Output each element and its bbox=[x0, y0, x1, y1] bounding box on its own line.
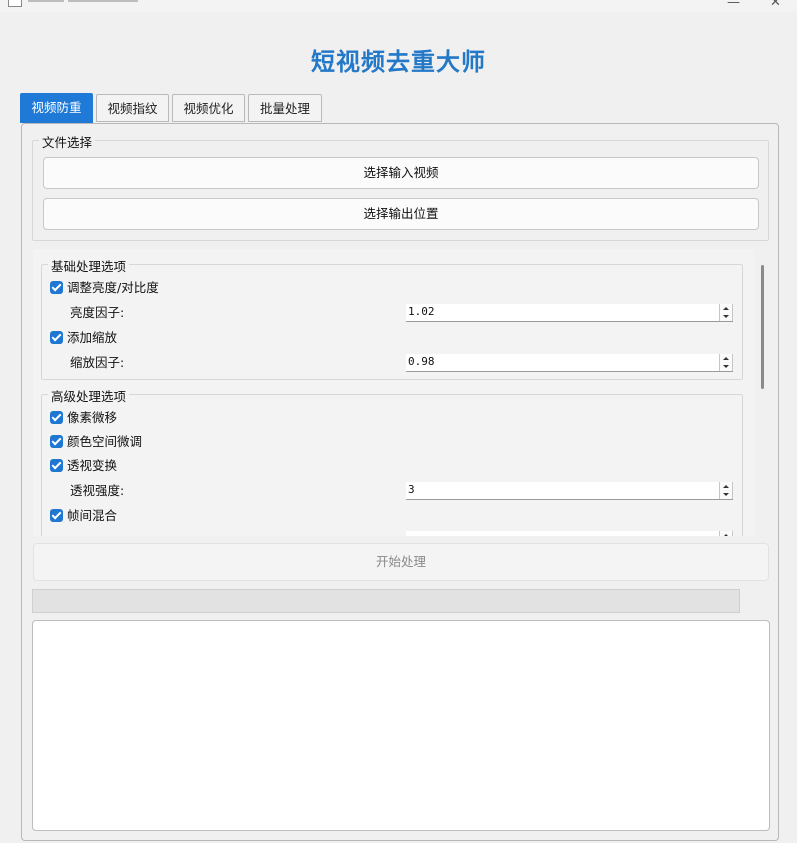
zoom-factor-value[interactable]: 0.98 bbox=[408, 355, 435, 368]
color-space-label: 颜色空间微调 bbox=[67, 434, 143, 449]
perspective-strength-spinbox[interactable]: 3 bbox=[406, 482, 733, 500]
tab-video-optimize[interactable]: 视频优化 bbox=[172, 94, 245, 122]
basic-options-title: 基础处理选项 bbox=[48, 256, 130, 275]
vertical-scrollbar[interactable] bbox=[754, 249, 770, 536]
tab-video-fingerprint[interactable]: 视频指纹 bbox=[96, 94, 169, 122]
checkbox-checked-icon[interactable] bbox=[50, 459, 63, 472]
app-title: 短视频去重大师 bbox=[311, 48, 486, 76]
checkbox-checked-icon[interactable] bbox=[50, 411, 63, 424]
perspective-strength-label: 透视强度: bbox=[70, 483, 125, 498]
select-output-location-button[interactable]: 选择输出位置 bbox=[43, 198, 759, 230]
perspective-checkbox[interactable]: 透视变换 bbox=[50, 457, 117, 475]
advanced-options-title: 高级处理选项 bbox=[48, 386, 130, 405]
progress-bar bbox=[32, 589, 740, 613]
frame-blend-checkbox[interactable]: 帧间混合 bbox=[50, 507, 117, 525]
pixel-shift-checkbox[interactable]: 像素微移 bbox=[50, 409, 117, 427]
checkbox-checked-icon[interactable] bbox=[50, 331, 63, 344]
spin-arrows-icon[interactable] bbox=[719, 482, 733, 499]
brightness-factor-spinbox[interactable]: 1.02 bbox=[406, 304, 733, 322]
checkbox-checked-icon[interactable] bbox=[50, 435, 63, 448]
perspective-strength-value[interactable]: 3 bbox=[408, 483, 415, 496]
brightness-checkbox-label: 调整亮度/对比度 bbox=[67, 280, 159, 295]
pixel-shift-label: 像素微移 bbox=[67, 410, 118, 425]
tab-panel: 文件选择 选择输入视频 选择输出位置 基础处理选项 调整亮度/对比度 亮度因子:… bbox=[21, 123, 779, 841]
zoom-checkbox[interactable]: 添加缩放 bbox=[50, 329, 117, 347]
advanced-options-group: 高级处理选项 bbox=[41, 386, 743, 536]
brightness-factor-label: 亮度因子: bbox=[70, 305, 125, 320]
close-icon[interactable]: ✕ bbox=[770, 0, 781, 10]
checkbox-checked-icon[interactable] bbox=[50, 509, 63, 522]
brightness-checkbox[interactable]: 调整亮度/对比度 bbox=[50, 279, 159, 297]
perspective-label: 透视变换 bbox=[67, 458, 118, 473]
minimize-icon[interactable]: — bbox=[727, 0, 740, 10]
zoom-factor-label: 缩放因子: bbox=[70, 355, 125, 370]
tab-video-antidup[interactable]: 视频防重 bbox=[20, 93, 93, 123]
app-icon bbox=[8, 0, 22, 7]
spin-arrows-icon[interactable] bbox=[719, 531, 733, 536]
brightness-factor-value[interactable]: 1.02 bbox=[408, 305, 435, 318]
spin-arrows-icon[interactable] bbox=[719, 304, 733, 321]
checkbox-checked-icon[interactable] bbox=[50, 281, 63, 294]
spin-arrows-icon[interactable] bbox=[719, 354, 733, 371]
window-title bbox=[28, 0, 148, 4]
file-select-title: 文件选择 bbox=[39, 132, 96, 151]
start-processing-button[interactable]: 开始处理 bbox=[33, 543, 769, 581]
tab-batch-process[interactable]: 批量处理 bbox=[248, 94, 322, 122]
log-output[interactable] bbox=[32, 620, 770, 831]
title-bar: — ✕ bbox=[0, 0, 797, 12]
scrollbar-thumb[interactable] bbox=[761, 265, 764, 389]
color-space-checkbox[interactable]: 颜色空间微调 bbox=[50, 433, 142, 451]
zoom-checkbox-label: 添加缩放 bbox=[67, 330, 118, 345]
options-scroll-area[interactable]: 基础处理选项 调整亮度/对比度 亮度因子: 1.02 添加缩放 缩放因子: 0.… bbox=[33, 249, 770, 536]
select-input-video-button[interactable]: 选择输入视频 bbox=[43, 157, 759, 189]
blend-spinbox-partial[interactable] bbox=[406, 531, 733, 536]
file-select-group: 文件选择 选择输入视频 选择输出位置 bbox=[32, 132, 769, 241]
frame-blend-label: 帧间混合 bbox=[67, 508, 118, 523]
zoom-factor-spinbox[interactable]: 0.98 bbox=[406, 354, 733, 372]
